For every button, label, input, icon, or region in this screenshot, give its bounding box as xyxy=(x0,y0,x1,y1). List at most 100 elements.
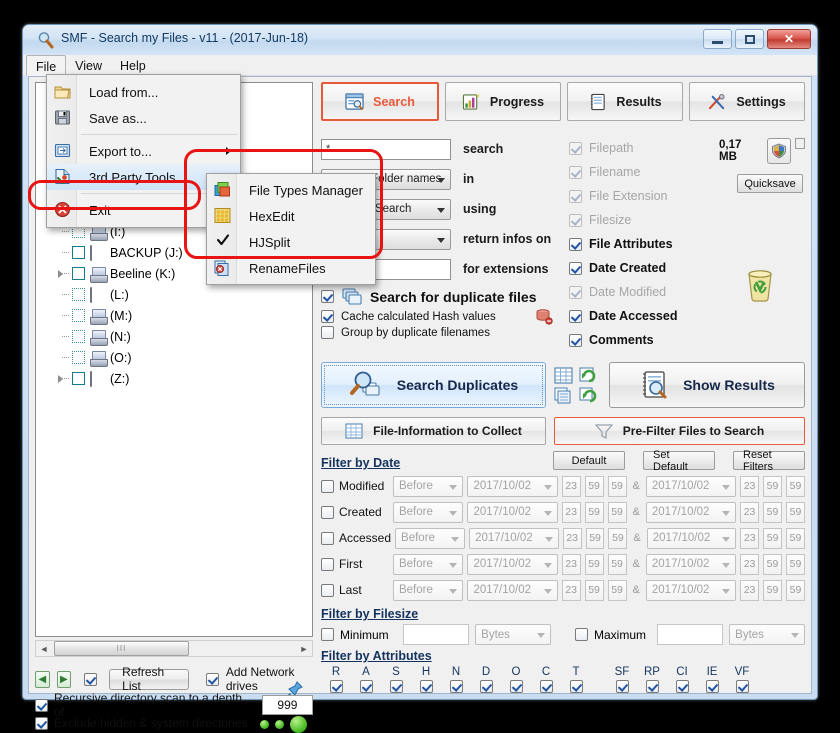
date-condition-combo[interactable]: Before xyxy=(392,475,464,497)
date-condition-combo[interactable]: Before xyxy=(392,553,464,575)
attribute-flag[interactable]: SF xyxy=(607,666,637,693)
info-option-row[interactable]: Filename xyxy=(569,160,719,184)
group-duplicates-checkbox[interactable] xyxy=(321,326,334,339)
attribute-flag[interactable]: R xyxy=(321,666,351,693)
add-network-drives-checkbox[interactable] xyxy=(205,672,219,686)
date-filter-toggle[interactable]: First xyxy=(321,557,389,571)
info-option-row[interactable]: File Attributes xyxy=(569,232,719,256)
tree-row[interactable]: (N:) xyxy=(36,326,312,347)
date-filter-checkbox[interactable] xyxy=(321,479,334,493)
date-from-combo[interactable]: 2017/10/02 xyxy=(467,475,558,497)
info-option-checkbox[interactable] xyxy=(569,309,582,323)
date-to-combo[interactable]: 2017/10/02 xyxy=(645,501,737,523)
date-condition-combo[interactable]: Before xyxy=(395,527,466,549)
attribute-flag-checkbox[interactable] xyxy=(645,680,659,693)
show-results-button[interactable]: Show Results xyxy=(609,362,805,408)
date-to-combo[interactable]: 2017/10/02 xyxy=(645,475,737,497)
minute-to-input[interactable]: 59 xyxy=(763,501,783,523)
date-to-combo[interactable]: 2017/10/02 xyxy=(645,579,737,601)
depth-input[interactable]: 999 xyxy=(261,695,313,715)
attribute-flag-checkbox[interactable] xyxy=(539,680,553,693)
minute-to-input[interactable]: 59 xyxy=(763,527,783,549)
attribute-flag[interactable]: T xyxy=(561,666,591,693)
date-from-combo[interactable]: 2017/10/02 xyxy=(467,501,558,523)
second-from-input[interactable]: 59 xyxy=(607,579,627,601)
second-to-input[interactable]: 59 xyxy=(786,527,805,549)
submenu-item-file-types-manager[interactable]: File Types Manager xyxy=(207,177,375,203)
minimum-checkbox[interactable] xyxy=(321,628,334,641)
hour-from-input[interactable]: 23 xyxy=(562,527,582,549)
hour-to-input[interactable]: 23 xyxy=(740,501,760,523)
attribute-flag-checkbox[interactable] xyxy=(479,680,493,693)
date-from-combo[interactable]: 2017/10/02 xyxy=(467,579,558,601)
tree-checkbox[interactable] xyxy=(72,330,85,343)
maximum-checkbox[interactable] xyxy=(575,628,588,641)
tree-checkbox[interactable] xyxy=(72,288,85,301)
menu-item-save-as[interactable]: Save as... xyxy=(47,105,240,131)
menu-file[interactable]: File xyxy=(26,55,67,76)
tree-row[interactable]: (O:) xyxy=(36,347,312,368)
copy-table-icon[interactable] xyxy=(554,387,573,404)
submenu-item-renamefiles[interactable]: RenameFiles xyxy=(207,255,375,281)
attribute-flag[interactable]: N xyxy=(441,666,471,693)
close-button[interactable]: ✕ xyxy=(767,29,811,49)
attribute-flag-checkbox[interactable] xyxy=(329,680,343,693)
hour-to-input[interactable]: 23 xyxy=(740,553,760,575)
attribute-flag-checkbox[interactable] xyxy=(705,680,719,693)
tab-results[interactable]: Results xyxy=(567,82,683,121)
attribute-flag-checkbox[interactable] xyxy=(419,680,433,693)
minute-from-input[interactable]: 59 xyxy=(584,579,604,601)
hour-from-input[interactable]: 23 xyxy=(561,579,581,601)
expander-icon[interactable] xyxy=(58,270,63,278)
forward-button[interactable]: ▶ xyxy=(56,670,72,688)
hour-from-input[interactable]: 23 xyxy=(561,475,581,497)
tree-checkbox[interactable] xyxy=(72,351,85,364)
attribute-flag[interactable]: VF xyxy=(727,666,757,693)
attribute-flag-checkbox[interactable] xyxy=(449,680,463,693)
tree-row[interactable]: (L:) xyxy=(36,284,312,305)
date-filter-checkbox[interactable] xyxy=(321,557,334,571)
minute-from-input[interactable]: 59 xyxy=(585,527,605,549)
maximum-unit-combo[interactable]: Bytes xyxy=(729,624,805,645)
info-option-checkbox[interactable] xyxy=(569,165,582,179)
second-to-input[interactable]: 59 xyxy=(786,579,805,601)
hour-to-input[interactable]: 23 xyxy=(740,527,760,549)
back-button[interactable]: ◀ xyxy=(35,670,50,688)
attribute-flag-checkbox[interactable] xyxy=(615,680,629,693)
info-option-checkbox[interactable] xyxy=(569,261,582,275)
second-from-input[interactable]: 59 xyxy=(608,527,628,549)
minute-to-input[interactable]: 59 xyxy=(763,475,783,497)
second-from-input[interactable]: 59 xyxy=(607,553,627,575)
search-term-input[interactable]: * xyxy=(321,138,451,160)
info-option-checkbox[interactable] xyxy=(569,285,582,299)
cache-hash-checkbox[interactable] xyxy=(321,310,334,323)
maximize-button[interactable] xyxy=(735,29,764,49)
minimize-button[interactable] xyxy=(703,29,732,49)
menu-item-export-to[interactable]: Export to... xyxy=(47,138,240,164)
minute-to-input[interactable]: 59 xyxy=(763,579,783,601)
tree-horizontal-scrollbar[interactable]: ◄ III ► xyxy=(35,640,313,657)
recycle-bin-icon[interactable] xyxy=(744,268,776,302)
attribute-flag[interactable]: C xyxy=(531,666,561,693)
tab-settings[interactable]: Settings xyxy=(689,82,805,121)
date-from-combo[interactable]: 2017/10/02 xyxy=(467,553,558,575)
attribute-flag-checkbox[interactable] xyxy=(359,680,373,693)
date-filter-toggle[interactable]: Created xyxy=(321,505,389,519)
date-filter-toggle[interactable]: Modified xyxy=(321,479,389,493)
shield-button[interactable] xyxy=(766,138,791,164)
submenu-item-hjsplit[interactable]: HJSplit xyxy=(207,229,375,255)
date-filter-checkbox[interactable] xyxy=(321,583,334,597)
info-option-row[interactable]: Filepath xyxy=(569,136,719,160)
database-remove-icon[interactable] xyxy=(536,309,553,325)
info-option-checkbox[interactable] xyxy=(569,141,582,155)
quicksave-button[interactable]: Quicksave xyxy=(737,174,803,193)
menu-item-load-from[interactable]: Load from... xyxy=(47,79,240,105)
date-from-combo[interactable]: 2017/10/02 xyxy=(469,527,559,549)
menu-help[interactable]: Help xyxy=(111,55,155,75)
pin-toggle[interactable] xyxy=(794,138,805,149)
info-option-row[interactable]: Date Modified xyxy=(569,280,719,304)
attribute-flag[interactable]: IE xyxy=(697,666,727,693)
minute-to-input[interactable]: 59 xyxy=(763,553,783,575)
attribute-flag-checkbox[interactable] xyxy=(509,680,523,693)
date-filter-toggle[interactable]: Accessed xyxy=(321,531,391,545)
